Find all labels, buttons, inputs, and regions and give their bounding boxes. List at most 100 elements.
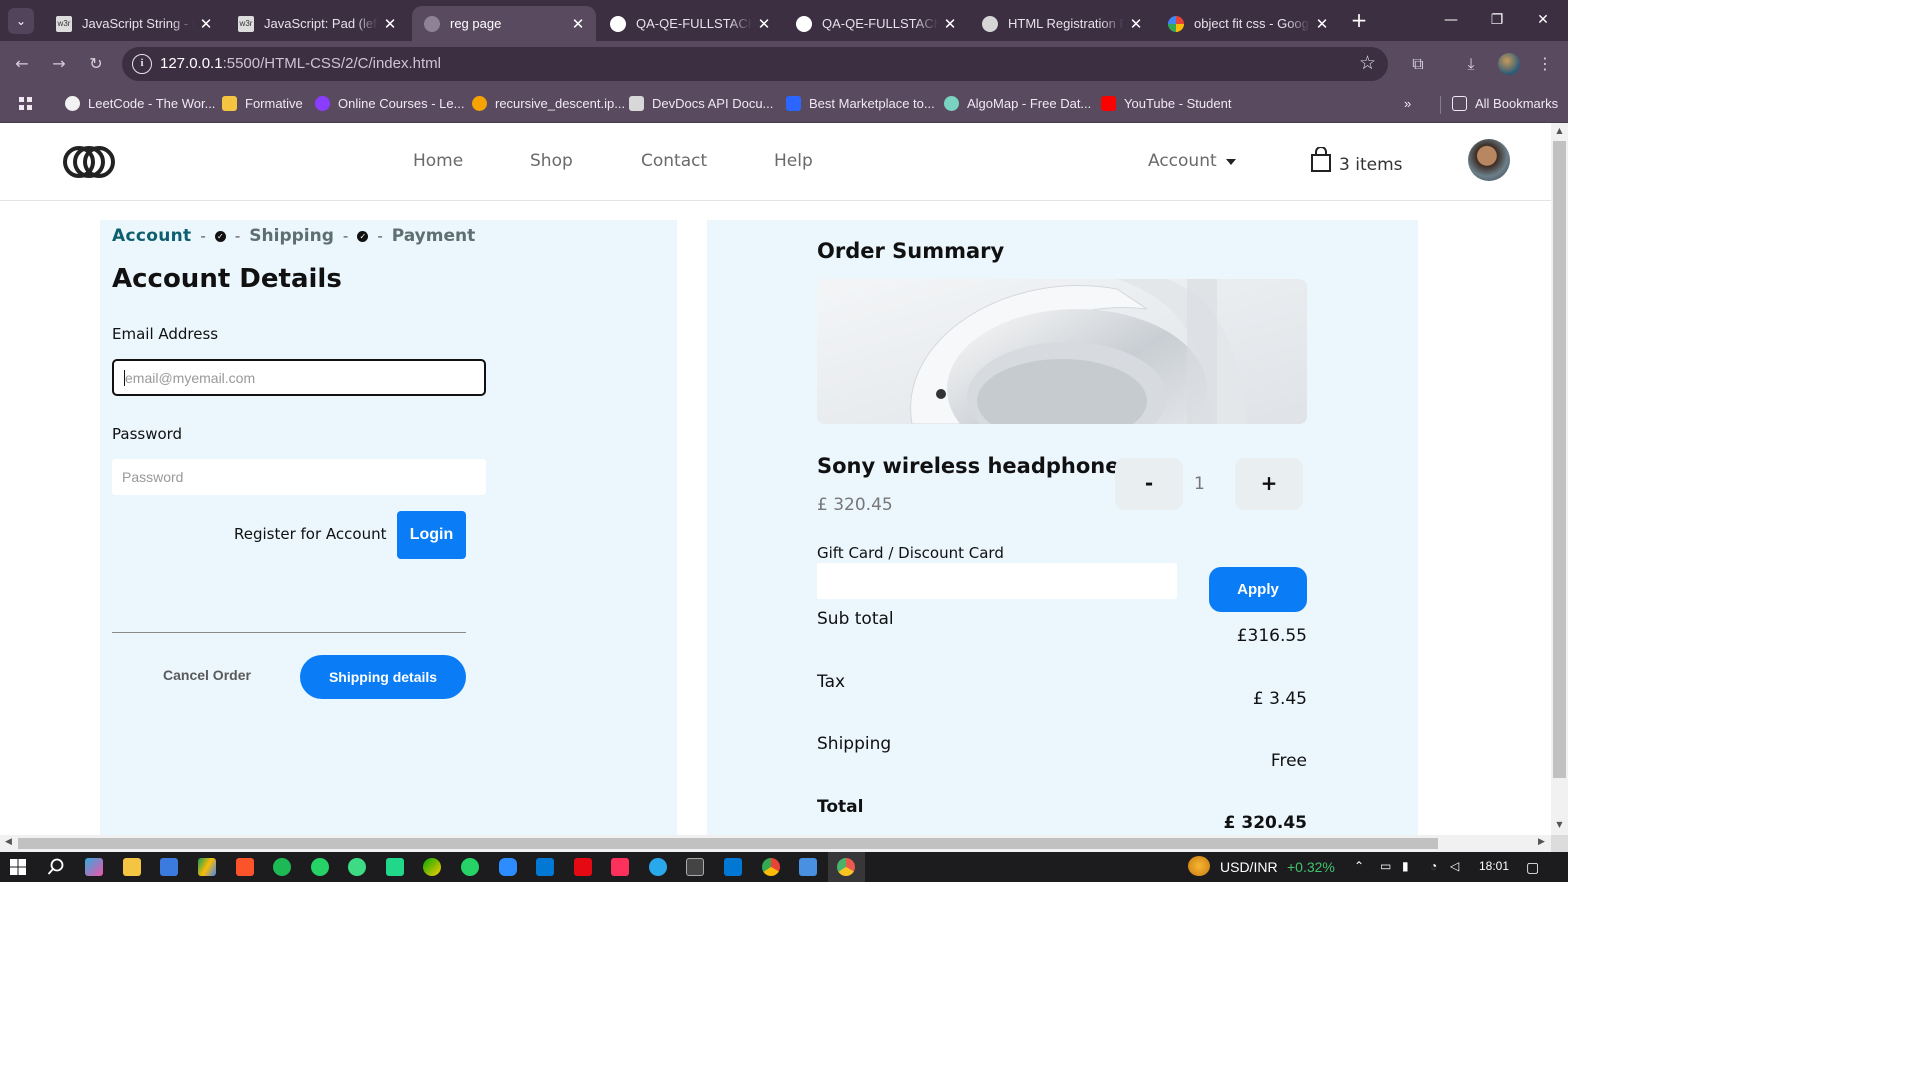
intellij-icon[interactable] — [611, 858, 629, 876]
chrome-icon[interactable] — [762, 858, 780, 876]
browser-tab[interactable]: QA-QE-FULLSTACK/h ✕ — [784, 6, 968, 41]
user-avatar[interactable] — [1468, 139, 1510, 181]
scroll-down-icon[interactable]: ▼ — [1554, 820, 1565, 829]
bookmark-item[interactable]: Formative — [222, 96, 303, 111]
close-tab-icon[interactable]: ✕ — [752, 15, 776, 33]
browser-tab[interactable]: object fit css - Googl ✕ — [1156, 6, 1340, 41]
more-bookmarks-icon[interactable]: » — [1404, 96, 1411, 111]
ticker-change[interactable]: +0.32% — [1287, 859, 1335, 875]
cart-count[interactable]: 3 items — [1339, 155, 1402, 175]
apps-grid-icon[interactable] — [18, 96, 34, 112]
nav-contact[interactable]: Contact — [641, 151, 707, 171]
bookmark-item[interactable]: AlgoMap - Free Dat... — [944, 96, 1091, 111]
close-tab-icon[interactable]: ✕ — [1124, 15, 1148, 33]
all-bookmarks[interactable]: All Bookmarks — [1452, 96, 1558, 111]
chevron-up-icon[interactable]: ⌃ — [1354, 859, 1364, 873]
chrome-menu-icon[interactable]: ⋮ — [1533, 52, 1557, 76]
close-window-icon[interactable]: ✕ — [1520, 8, 1566, 32]
nav-shop[interactable]: Shop — [530, 151, 573, 171]
new-tab-button[interactable]: + — [1346, 8, 1372, 34]
site-info-icon[interactable]: i — [132, 54, 152, 74]
tab-search-button[interactable]: ⌄ — [8, 8, 34, 34]
bookmark-item[interactable]: recursive_descent.ip... — [472, 96, 625, 111]
app-icon[interactable] — [423, 858, 441, 876]
copilot-icon[interactable] — [85, 858, 103, 876]
step-payment[interactable]: Payment — [392, 226, 476, 246]
restore-icon[interactable]: ❐ — [1474, 8, 1520, 32]
search-icon[interactable] — [47, 858, 65, 876]
brand-logo-icon[interactable] — [60, 143, 118, 181]
bookmark-star-icon[interactable]: ☆ — [1359, 52, 1376, 74]
device-icon[interactable]: ▭ — [1380, 859, 1391, 873]
spotify-icon[interactable] — [273, 858, 291, 876]
zoom-icon[interactable] — [499, 858, 517, 876]
close-tab-icon[interactable]: ✕ — [378, 15, 402, 33]
clock-time[interactable]: 18:01 — [1479, 859, 1509, 873]
outlook-icon[interactable] — [536, 858, 554, 876]
vscode-icon[interactable] — [724, 858, 742, 876]
drive-icon[interactable] — [198, 858, 216, 876]
nav-home[interactable]: Home — [413, 151, 463, 171]
close-tab-icon[interactable]: ✕ — [1310, 15, 1334, 33]
browser-tab[interactable]: QA-QE-FULLSTACK/h ✕ — [598, 6, 782, 41]
horizontal-scrollbar[interactable]: ◀ ▶ — [0, 835, 1551, 852]
password-field[interactable]: Password — [112, 459, 486, 495]
scroll-right-icon[interactable]: ▶ — [1538, 837, 1545, 847]
file-explorer-icon[interactable] — [123, 858, 141, 876]
login-button[interactable]: Login — [397, 511, 466, 559]
minimize-icon[interactable]: — — [1428, 8, 1474, 32]
whatsapp-web-icon[interactable] — [461, 858, 479, 876]
bookmark-item[interactable]: Best Marketplace to... — [786, 96, 935, 111]
windows-start-icon[interactable] — [10, 859, 26, 875]
step-shipping[interactable]: Shipping — [249, 226, 334, 246]
reload-icon[interactable]: ↻ — [84, 52, 108, 76]
scrollbar-thumb[interactable] — [1553, 141, 1566, 778]
ticker-symbol[interactable]: USD/INR — [1220, 859, 1278, 875]
browser-tab-active[interactable]: reg page ✕ — [412, 6, 596, 41]
browser-tab[interactable]: w3r JavaScript: Pad (left, r ✕ — [226, 6, 408, 41]
brave-icon[interactable] — [236, 858, 254, 876]
bookmark-item[interactable]: Online Courses - Le... — [315, 96, 464, 111]
close-tab-icon[interactable]: ✕ — [566, 15, 590, 33]
apply-button[interactable]: Apply — [1209, 567, 1307, 612]
address-bar[interactable]: i 127.0.0.1:5500/HTML-CSS/2/C/index.html… — [122, 47, 1388, 81]
increase-quantity-button[interactable]: + — [1235, 458, 1303, 510]
nav-help[interactable]: Help — [774, 151, 813, 171]
email-field[interactable]: email@myemail.com — [112, 359, 486, 396]
bookmark-item[interactable]: YouTube - Student — [1101, 96, 1231, 111]
decrease-quantity-button[interactable]: - — [1115, 458, 1183, 510]
forward-icon[interactable]: → — [47, 52, 71, 76]
bookmark-item[interactable]: DevDocs API Docu... — [629, 96, 773, 111]
notification-icon[interactable]: ▢ — [1526, 859, 1539, 876]
netflix-icon[interactable] — [574, 858, 592, 876]
wifi-icon[interactable]: ◔ — [1430, 859, 1437, 873]
close-tab-icon[interactable]: ✕ — [938, 15, 962, 33]
gift-card-input[interactable] — [817, 563, 1177, 599]
battery-icon[interactable]: ▮ — [1402, 859, 1409, 873]
telegram-icon[interactable] — [649, 858, 667, 876]
store-icon[interactable] — [160, 858, 178, 876]
scroll-left-icon[interactable]: ◀ — [5, 837, 12, 847]
back-icon[interactable]: ← — [10, 52, 34, 76]
profile-avatar[interactable] — [1498, 53, 1520, 75]
browser-tab[interactable]: w3r JavaScript String - Ex ✕ — [44, 6, 224, 41]
extensions-icon[interactable]: ⧉ — [1406, 52, 1430, 76]
cancel-order-button[interactable]: Cancel Order — [163, 667, 251, 683]
vertical-scrollbar[interactable]: ▲ ▼ — [1551, 123, 1568, 835]
url-text[interactable]: 127.0.0.1:5500/HTML-CSS/2/C/index.html — [160, 55, 441, 72]
close-tab-icon[interactable]: ✕ — [194, 15, 218, 33]
step-account[interactable]: Account — [112, 226, 191, 246]
bookmark-item[interactable]: LeetCode - The Wor... — [65, 96, 215, 111]
download-icon[interactable]: ⤓ — [1459, 52, 1483, 76]
volume-icon[interactable]: ◁ — [1450, 859, 1459, 873]
account-dropdown[interactable]: Account — [1148, 151, 1217, 171]
scrollbar-thumb[interactable] — [18, 838, 1438, 849]
scroll-up-icon[interactable]: ▲ — [1554, 126, 1565, 135]
pycharm-icon[interactable] — [386, 858, 404, 876]
whatsapp-icon[interactable] — [311, 858, 329, 876]
android-icon[interactable] — [348, 858, 366, 876]
caret-down-icon[interactable] — [1226, 159, 1236, 165]
terminal-icon[interactable] — [686, 858, 704, 876]
browser-tab[interactable]: HTML Registration Pa ✕ — [970, 6, 1154, 41]
photos-icon[interactable] — [799, 858, 817, 876]
